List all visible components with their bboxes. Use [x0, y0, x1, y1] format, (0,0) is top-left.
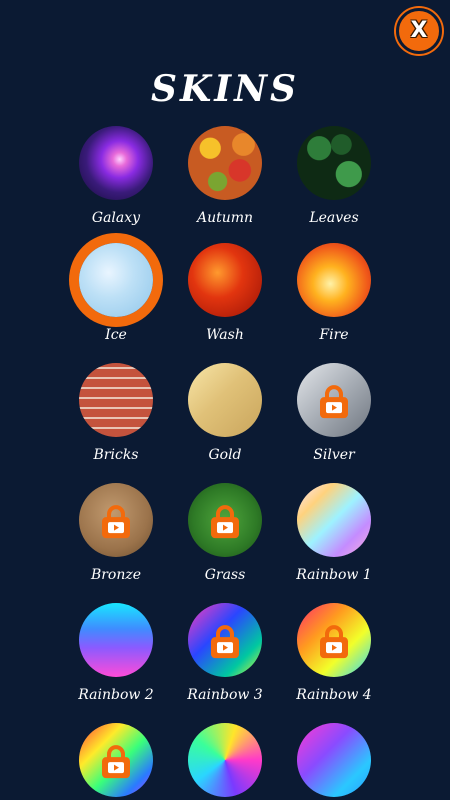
- skin-item[interactable]: Rainbow 4: [289, 603, 379, 713]
- skin-item[interactable]: Rainbow 1: [289, 483, 379, 593]
- skin-label: Rainbow 3: [187, 687, 263, 703]
- skin-swatch: [297, 603, 371, 677]
- skin-swatch: [79, 126, 153, 200]
- skin-swatch: [297, 363, 371, 437]
- skin-swatch: [188, 126, 262, 200]
- skin-swatch: [188, 723, 262, 797]
- skin-label: Rainbow 1: [296, 567, 372, 583]
- skin-label: Wash: [206, 327, 244, 343]
- skin-label: Galaxy: [91, 210, 141, 226]
- skin-item[interactable]: [289, 723, 379, 800]
- skin-item[interactable]: [71, 723, 161, 800]
- skin-item[interactable]: Grass: [180, 483, 270, 593]
- skin-label: Bronze: [90, 567, 142, 583]
- skin-swatch: [79, 243, 153, 317]
- skin-label: Autumn: [196, 210, 254, 226]
- skin-swatch: [297, 243, 371, 317]
- skin-item[interactable]: Autumn: [180, 126, 270, 236]
- skin-label: Fire: [319, 327, 349, 343]
- close-button[interactable]: X: [396, 8, 442, 54]
- skin-swatch: [297, 723, 371, 797]
- lock-video-icon: [318, 384, 350, 420]
- skin-swatch: [188, 363, 262, 437]
- skin-item[interactable]: Galaxy: [71, 126, 161, 236]
- skin-item[interactable]: Silver: [289, 363, 379, 473]
- skin-item[interactable]: Wash: [180, 243, 270, 353]
- skin-label: Rainbow 2: [78, 687, 154, 703]
- skin-label: Leaves: [309, 210, 359, 226]
- skin-item[interactable]: Fire: [289, 243, 379, 353]
- skin-swatch: [79, 483, 153, 557]
- lock-video-icon: [100, 504, 132, 540]
- close-icon: X: [410, 18, 428, 43]
- lock-video-icon: [209, 624, 241, 660]
- skin-item[interactable]: Bronze: [71, 483, 161, 593]
- skin-item[interactable]: Rainbow 2: [71, 603, 161, 713]
- skin-item[interactable]: Ice: [71, 243, 161, 353]
- skin-swatch: [188, 483, 262, 557]
- skin-item[interactable]: [180, 723, 270, 800]
- lock-video-icon: [318, 624, 350, 660]
- skin-label: Rainbow 4: [296, 687, 372, 703]
- skin-label: Silver: [313, 447, 355, 463]
- skin-swatch: [297, 126, 371, 200]
- skin-swatch: [79, 603, 153, 677]
- page-title: SKINS: [150, 68, 300, 110]
- skins-screen: X SKINS Galaxy Autumn Leaves Ice Wash Fire Bri…: [0, 0, 450, 800]
- skin-swatch: [188, 243, 262, 317]
- skin-swatch: [297, 483, 371, 557]
- skin-label: Gold: [208, 447, 242, 463]
- skin-label: Bricks: [93, 447, 139, 463]
- skin-item[interactable]: Gold: [180, 363, 270, 473]
- skin-label: Grass: [204, 567, 246, 583]
- lock-video-icon: [209, 504, 241, 540]
- skin-swatch: [188, 603, 262, 677]
- skin-item[interactable]: Rainbow 3: [180, 603, 270, 713]
- skin-label: Ice: [105, 327, 127, 343]
- lock-video-icon: [100, 744, 132, 780]
- skin-swatch: [79, 363, 153, 437]
- skin-item[interactable]: Bricks: [71, 363, 161, 473]
- skin-item[interactable]: Leaves: [289, 126, 379, 236]
- skin-swatch: [79, 723, 153, 797]
